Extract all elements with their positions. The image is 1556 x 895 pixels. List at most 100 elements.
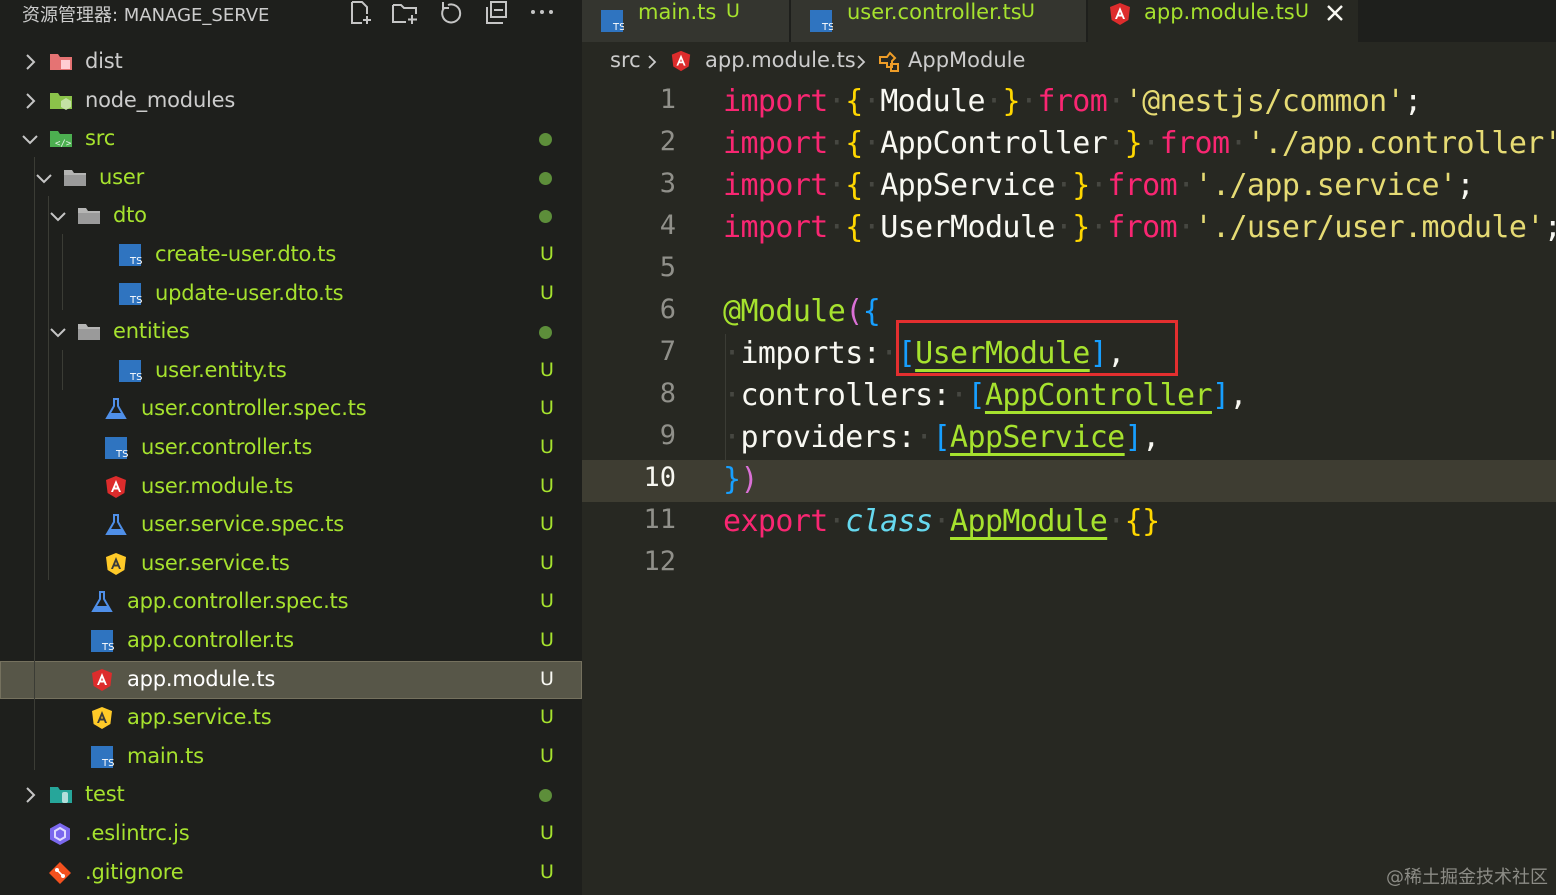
code-line[interactable]: 1 import·{·Module·}·from·'@nestjs/common'…: [582, 82, 1556, 124]
file-row-app-module-ts[interactable]: app.module.ts U: [0, 660, 582, 699]
tab-user-controller-ts[interactable]: TS user.controller.ts U: [791, 0, 1086, 42]
chevron-down-icon[interactable]: [20, 129, 40, 149]
svg-text:</>: </>: [55, 139, 72, 149]
file-row-user-entity-ts[interactable]: TS user.entity.ts U: [0, 352, 582, 390]
whitespace-dot: ·: [827, 504, 846, 539]
code-line[interactable]: 4 import·{·UserModule·}·from·'./user/user…: [582, 208, 1556, 250]
breadcrumb-folder[interactable]: src: [610, 48, 641, 72]
new-folder-icon: [392, 4, 417, 24]
folder-row-test[interactable]: test: [0, 776, 582, 814]
git-status-badge: U: [540, 397, 554, 420]
file-row-gitignore[interactable]: .gitignore U: [0, 854, 582, 892]
code-line[interactable]: 5: [582, 250, 1556, 292]
whitespace-dot: ·: [1054, 168, 1073, 203]
code-line[interactable]: 12: [582, 544, 1556, 586]
file-row-app-service-ts[interactable]: app.service.ts U: [0, 699, 582, 737]
file-row-app-controller-ts[interactable]: TS app.controller.ts U: [0, 622, 582, 660]
property-name: controllers: [740, 378, 933, 413]
file-row-user-controller-ts[interactable]: TS user.controller.ts U: [0, 429, 582, 467]
code-text: }): [723, 462, 759, 497]
new-folder-button[interactable]: [390, 0, 420, 26]
property-name: providers: [740, 420, 898, 455]
file-row-main-ts[interactable]: TS main.ts U: [0, 738, 582, 776]
git-status-badge: U: [540, 436, 554, 458]
whitespace-dot: ·: [1229, 126, 1247, 161]
module-path: './app.service': [1194, 168, 1458, 203]
file-row-user-controller-spec-ts[interactable]: user.controller.spec.ts U: [0, 390, 582, 428]
close-icon: [1327, 5, 1343, 21]
code-line[interactable]: 8 ·controllers:·[AppController],: [582, 376, 1556, 418]
folder-row-user[interactable]: user: [0, 159, 582, 197]
whitespace-dot: ·: [1177, 168, 1195, 203]
chevron-right-icon[interactable]: [20, 52, 40, 72]
chevron-right-icon[interactable]: [20, 785, 40, 805]
tree-item-label: app.controller.spec.ts: [127, 589, 349, 614]
folder-row-dist[interactable]: dist: [0, 43, 582, 81]
git-status-badge: U: [540, 281, 554, 304]
folder-row-entities[interactable]: entities: [0, 313, 582, 351]
chevron-down-icon[interactable]: [48, 206, 68, 226]
bracket: ]: [1124, 420, 1143, 455]
chevron-right-icon[interactable]: [20, 91, 40, 111]
whitespace-dot: ·: [862, 168, 881, 203]
tree-item-label: create-user.dto.ts: [155, 242, 337, 266]
new-file-button[interactable]: [346, 0, 376, 26]
typescript-icon: TS: [90, 745, 116, 769]
keyword-import: import: [723, 126, 828, 161]
tree-item-label: test: [85, 782, 125, 807]
tab-main-ts[interactable]: TS main.ts U: [582, 0, 789, 42]
collapse-all-button[interactable]: [481, 0, 511, 26]
line-number: 8: [659, 378, 676, 409]
test-flask-icon: [90, 590, 116, 614]
indent-guide: [62, 234, 63, 310]
chevron-right-icon: [857, 55, 866, 69]
whitespace-dot: ·: [1019, 84, 1038, 119]
tree-item-label: .gitignore: [85, 859, 184, 884]
file-row-user-service-spec-ts[interactable]: user.service.spec.ts U: [0, 506, 582, 544]
code-line[interactable]: 3 import·{·AppService·}·from·'./app.servi…: [582, 166, 1556, 208]
file-row-update-user-dto-ts[interactable]: TS update-user.dto.ts U: [0, 275, 582, 313]
file-row-user-service-ts[interactable]: user.service.ts U: [0, 545, 582, 583]
class-reference: AppController: [984, 378, 1213, 413]
file-row-app-controller-spec-ts[interactable]: app.controller.spec.ts U: [0, 583, 582, 621]
paren: ): [740, 462, 758, 497]
code-line[interactable]: 11 export·class·AppModule·{}: [582, 502, 1556, 544]
line-number: 12: [643, 546, 676, 577]
brace: }: [1002, 84, 1020, 119]
file-row-user-module-ts[interactable]: user.module.ts U: [0, 468, 582, 506]
chevron-right-icon: [648, 55, 657, 69]
chevron-down-icon[interactable]: [48, 322, 68, 342]
brace: }: [1072, 210, 1090, 245]
file-row-create-user-dto-ts[interactable]: TS create-user.dto.ts U: [0, 236, 582, 274]
folder-row-dto[interactable]: dto: [0, 197, 582, 235]
code-line[interactable]: 9 ·providers:·[AppService],: [582, 418, 1556, 460]
chevron-down-icon[interactable]: [34, 168, 54, 188]
import-name: Module: [880, 84, 985, 119]
semicolon: ;: [1544, 210, 1556, 245]
angular-service-icon: [104, 552, 130, 576]
indent-guide: [62, 350, 63, 390]
tree-item-label: .eslintrc.js: [85, 821, 190, 845]
breadcrumb-file[interactable]: app.module.ts: [705, 48, 856, 72]
tab-app-module-ts[interactable]: app.module.ts U: [1088, 0, 1358, 42]
folder-row-src[interactable]: </> src: [0, 120, 582, 158]
eslint-icon: [48, 822, 74, 846]
git-status-badge: U: [540, 243, 554, 265]
brace: }: [1072, 168, 1090, 203]
code-line[interactable]: 10}): [582, 460, 1556, 502]
tree-item-label: dto: [113, 203, 147, 228]
file-row-eslintrc-js[interactable]: .eslintrc.js U: [0, 815, 582, 853]
collapse-all-icon: [486, 1, 507, 24]
tree-item-label: user.entity.ts: [155, 357, 287, 382]
more-actions-button[interactable]: [527, 0, 557, 26]
code-line[interactable]: 2 import·{·AppController·}·from·'./app.co…: [582, 124, 1556, 166]
module-path: '@nestjs/common': [1124, 84, 1405, 119]
refresh-button[interactable]: [436, 0, 466, 26]
highlight-annotation: [896, 320, 1178, 376]
close-tab-button[interactable]: [1324, 2, 1346, 24]
bracket: [: [967, 378, 985, 413]
brace: }: [723, 462, 741, 497]
breadcrumb-symbol[interactable]: AppModule: [908, 48, 1025, 72]
whitespace-dot: ·: [827, 84, 846, 119]
folder-row-node-modules[interactable]: node_modules: [0, 82, 582, 120]
